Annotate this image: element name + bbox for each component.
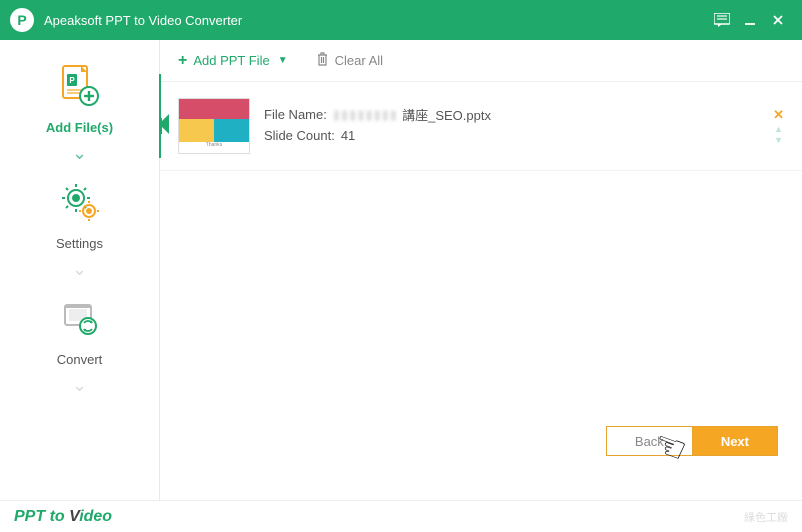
move-up-icon[interactable]: ▲ <box>774 125 783 134</box>
step-add-files[interactable]: P Add File(s) <box>46 58 113 135</box>
file-name-suffix: 講座_SEO.pptx <box>402 105 491 124</box>
clear-all-label: Clear All <box>335 53 383 68</box>
app-title: Apeaksoft PPT to Video Converter <box>44 13 708 28</box>
step-label: Convert <box>57 352 103 367</box>
chevron-down-icon: ⌄ <box>72 143 87 164</box>
file-name-label: File Name: <box>264 107 327 122</box>
add-ppt-file-button[interactable]: + Add PPT File ▼ <box>178 52 288 70</box>
next-button[interactable]: Next <box>692 426 778 456</box>
file-row-actions: ✕ ▲ ▼ <box>773 107 784 145</box>
watermark-text: 綠色工廠 <box>744 509 788 525</box>
slide-count-label: Slide Count: <box>264 128 335 143</box>
remove-file-icon[interactable]: ✕ <box>773 107 784 123</box>
file-row[interactable]: ✓ Thanks File Name: ▮▮▮▮▮▮▮▮ 講座_SEO.pptx… <box>160 82 802 171</box>
step-label: Settings <box>56 236 103 251</box>
convert-icon <box>52 290 108 346</box>
content-panel: + Add PPT File ▼ Clear All ✓ Thanks <box>160 40 802 500</box>
trash-icon <box>316 52 329 69</box>
move-down-icon[interactable]: ▼ <box>774 136 783 145</box>
slide-thumbnail: Thanks <box>178 98 250 154</box>
sidebar: P Add File(s) ⌄ <box>0 40 160 500</box>
feedback-icon[interactable] <box>708 6 736 34</box>
step-settings[interactable]: Settings <box>52 174 108 251</box>
footer: PPT to Video 綠色工廠 <box>0 500 802 532</box>
title-bar: P Apeaksoft PPT to Video Converter <box>0 0 802 40</box>
toolbar: + Add PPT File ▼ Clear All <box>160 40 802 82</box>
settings-icon <box>52 174 108 230</box>
app-logo-icon: P <box>10 8 34 32</box>
dropdown-caret-icon: ▼ <box>278 55 288 66</box>
file-meta: File Name: ▮▮▮▮▮▮▮▮ 講座_SEO.pptx Slide Co… <box>264 105 784 147</box>
svg-text:P: P <box>70 76 76 85</box>
slide-count-value: 41 <box>341 128 355 143</box>
brand-logo: PPT to Video <box>14 508 112 526</box>
nav-buttons: Back Next <box>606 426 778 456</box>
chevron-down-icon: ⌄ <box>72 375 87 396</box>
minimize-button[interactable] <box>736 6 764 34</box>
active-edge-highlight <box>159 74 161 158</box>
close-button[interactable] <box>764 6 792 34</box>
step-label: Add File(s) <box>46 120 113 135</box>
back-button[interactable]: Back <box>606 426 692 456</box>
chevron-down-icon: ⌄ <box>72 259 87 280</box>
main-area: P Add File(s) ⌄ <box>0 40 802 500</box>
plus-icon: + <box>178 52 187 70</box>
step-convert[interactable]: Convert <box>52 290 108 367</box>
add-file-icon: P <box>51 58 107 114</box>
file-name-redacted: ▮▮▮▮▮▮▮▮ <box>333 107 398 123</box>
clear-all-button[interactable]: Clear All <box>316 52 383 69</box>
add-ppt-label: Add PPT File <box>193 53 269 68</box>
